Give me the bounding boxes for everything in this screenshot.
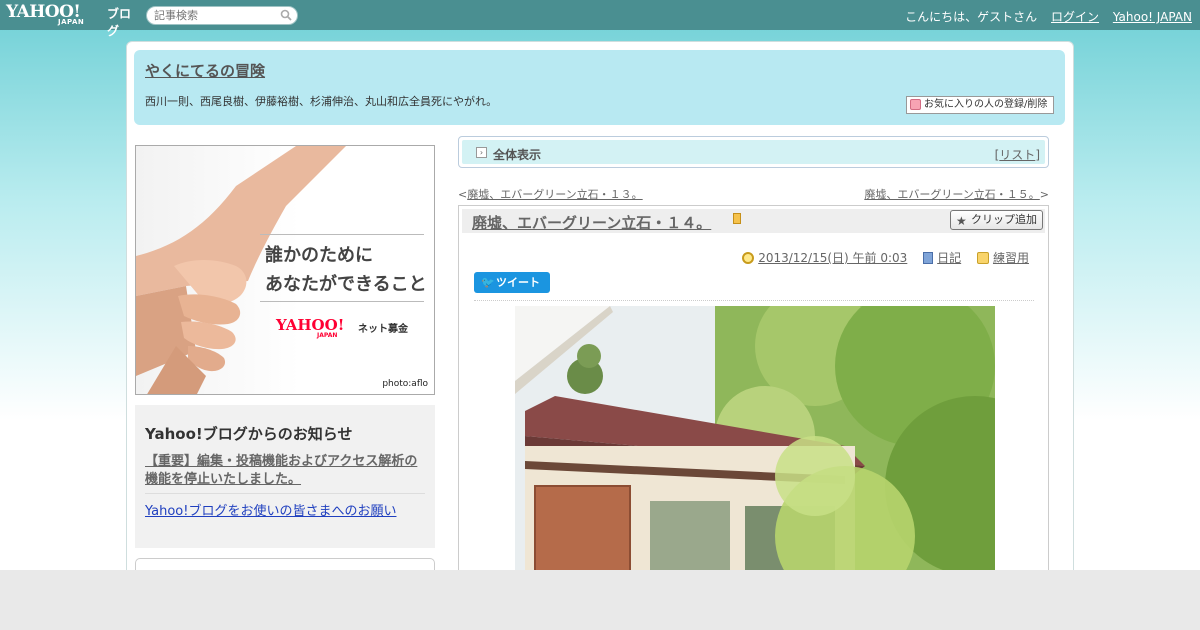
category-label: 全体表示	[493, 148, 542, 162]
article: 廃墟、エバーグリーン立石・１４。 ★ クリップ追加 2013/12/15(日) …	[458, 205, 1049, 586]
blog-label: ブログ	[107, 7, 132, 38]
ad-divider-top	[260, 234, 424, 235]
clip-add-label: クリップ追加	[971, 213, 1037, 226]
list-view-control: [リスト]	[995, 146, 1040, 163]
masthead: YAHOO! JAPAN ブログ こんにちは、ゲストさん ログイン Yahoo!…	[0, 0, 1200, 38]
favorite-register-button[interactable]: お気に入りの人の登録/削除	[906, 96, 1054, 114]
blog-notice-box: Yahoo!ブログからのお知らせ 【重要】編集・投稿機能およびアクセス解析の機能…	[135, 405, 435, 548]
article-header: 廃墟、エバーグリーン立石・１４。 ★ クリップ追加	[462, 209, 1045, 233]
blog-title[interactable]: やくにてるの冒険	[145, 60, 265, 81]
article-title[interactable]: 廃墟、エバーグリーン立石・１４。	[472, 212, 711, 233]
next-article-nav: 廃墟、エバーグリーン立石・１５。>	[864, 186, 1049, 202]
user-nav: こんにちは、ゲストさん ログイン Yahoo! JAPAN	[895, 8, 1192, 25]
ad-yahoo-logo-sub: JAPAN	[317, 332, 338, 339]
article-date-link[interactable]: 2013/12/15(日) 午前 0:03	[758, 251, 907, 265]
search-box	[146, 6, 298, 25]
clip-add-button[interactable]: ★ クリップ追加	[950, 210, 1043, 230]
heart-icon	[910, 99, 921, 110]
yahoo-logo-sub: JAPAN	[58, 18, 85, 26]
twitter-bird-icon: 🐦	[481, 276, 495, 289]
yahoo-donation-ad[interactable]: 誰かのために あなたができること YAHOO! JAPAN ネット募金 phot…	[135, 145, 435, 395]
prev-arrow: <	[458, 188, 468, 201]
search-input[interactable]	[147, 7, 277, 24]
list-bracket-close: ]	[1035, 148, 1040, 162]
notice-link-request[interactable]: Yahoo!ブログをお使いの皆さまへのお願い	[145, 500, 396, 519]
book-icon	[923, 252, 934, 264]
tweet-label: ツイート	[496, 276, 540, 289]
yahoo-japan-link[interactable]: Yahoo! JAPAN	[1113, 10, 1192, 24]
meta-divider	[474, 300, 1034, 301]
notice-divider	[145, 493, 425, 494]
ad-photo-credit: photo:aflo	[382, 379, 428, 389]
yahoo-blog-logo[interactable]: YAHOO! JAPAN ブログ	[6, 2, 142, 38]
next-article-link[interactable]: 廃墟、エバーグリーン立石・１５。	[864, 188, 1039, 201]
ad-headline-2: あなたができること	[265, 274, 427, 295]
footer-band	[0, 570, 1200, 630]
article-category-link[interactable]: 日記	[937, 251, 961, 265]
prev-article-link[interactable]: 廃墟、エバーグリーン立石・１３。	[467, 188, 642, 201]
ad-service-name: ネット募金	[358, 324, 408, 335]
chevron-right-icon: ›	[476, 147, 487, 158]
next-arrow: >	[1039, 188, 1049, 201]
greeting-text: こんにちは、ゲストさん	[905, 10, 1038, 24]
list-view-link[interactable]: リスト	[999, 148, 1035, 162]
ad-headline-1: 誰かのために	[265, 245, 373, 266]
ad-divider-bottom	[260, 301, 424, 302]
article-folder-link[interactable]: 練習用	[993, 251, 1029, 265]
login-link[interactable]: ログイン	[1051, 10, 1099, 24]
tweet-button[interactable]: 🐦 ツイート	[474, 272, 550, 293]
notice-link-important[interactable]: 【重要】編集・投稿機能およびアクセス解析の機能を停止いたしました。	[145, 453, 429, 489]
star-icon: ★	[956, 214, 967, 228]
document-icon	[733, 213, 741, 224]
folder-icon	[976, 252, 989, 264]
blog-header: やくにてるの冒険 西川一則、西尾良樹、伊藤裕樹、杉浦伸治、丸山和広全員死にやがれ…	[134, 50, 1065, 125]
article-photo[interactable]	[515, 306, 995, 586]
search-icon[interactable]	[280, 9, 292, 21]
notice-title: Yahoo!ブログからのお知らせ	[145, 425, 353, 443]
category-bar-inner: › 全体表示 [リスト]	[462, 140, 1045, 164]
article-meta: 2013/12/15(日) 午前 0:03 日記 練習用	[730, 249, 1029, 266]
blog-description: 西川一則、西尾良樹、伊藤裕樹、杉浦伸治、丸山和広全員死にやがれ。	[145, 95, 498, 108]
favorite-button-label: お気に入りの人の登録/削除	[924, 99, 1048, 110]
prev-article-nav: <廃墟、エバーグリーン立石・１３。	[458, 186, 643, 202]
category-bar: › 全体表示 [リスト]	[458, 136, 1049, 168]
clock-icon	[742, 252, 755, 264]
